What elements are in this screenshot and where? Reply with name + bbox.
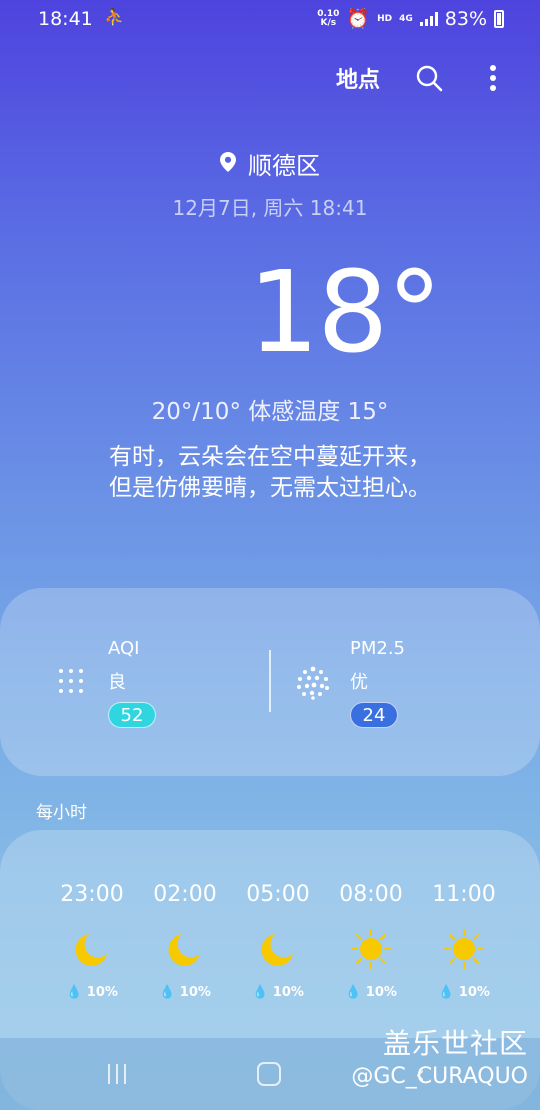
search-icon[interactable]: [414, 63, 444, 93]
current-temperature: 18°: [248, 248, 443, 378]
sun-icon: [418, 927, 510, 971]
battery-icon: [494, 9, 504, 28]
rain-chance: 💧 10%: [252, 985, 304, 1000]
pm25-icon: [296, 666, 330, 704]
pm25-grade: 优: [350, 672, 368, 693]
more-options-icon[interactable]: [478, 63, 508, 93]
aqi-grade: 良: [108, 672, 126, 693]
moon-icon: [232, 927, 324, 971]
pm25-value-badge: 24: [350, 702, 398, 728]
weather-description: 有时，云朵会在空中蔓延开来， 但是仿佛要晴，无需太过担心。: [109, 444, 431, 501]
current-datetime: 12月7日, 周六 18:41: [172, 196, 368, 220]
current-location[interactable]: 顺德区: [0, 146, 540, 181]
rain-chance: 💧 10%: [345, 985, 397, 1000]
hourly-item[interactable]: 23:00 💧 10%: [46, 882, 138, 1000]
watermark-title: 盖乐世社区: [382, 1027, 528, 1060]
hourly-item[interactable]: 08:00 💧 10%: [325, 882, 417, 1000]
hourly-item[interactable]: 11:00 💧 10%: [418, 882, 510, 1000]
battery-percent: 83%: [444, 7, 487, 30]
status-time: 18:41: [38, 8, 93, 30]
aqi-item: AQI 良 52: [108, 638, 156, 728]
hour-time: 11:00: [432, 882, 496, 907]
status-icons: 0.10 K/s ⏰ HD 4G 83%: [317, 7, 504, 30]
sun-icon: [325, 927, 417, 971]
hourly-item[interactable]: 02:00 💧 10%: [139, 882, 231, 1000]
watermark-handle: @GC_CURAQUO: [351, 1064, 528, 1089]
recent-apps-button[interactable]: [108, 1064, 126, 1084]
notification-icon: ⛹: [104, 8, 126, 28]
pm25-label: PM2.5: [350, 638, 406, 659]
hour-time: 02:00: [153, 882, 217, 907]
air-quality-card[interactable]: AQI 良 52 PM2.5 优 24: [0, 588, 540, 776]
rain-chance: 💧 10%: [159, 985, 211, 1000]
network-type: 4G: [399, 13, 413, 24]
location-pin-icon: [220, 150, 236, 178]
rain-chance: 💧 10%: [66, 985, 118, 1000]
moon-icon: [139, 927, 231, 971]
aqi-value-badge: 52: [108, 702, 156, 728]
hour-time: 05:00: [246, 882, 310, 907]
aqi-label: AQI: [108, 638, 140, 659]
status-bar: 18:41 ⛹ 0.10 K/s ⏰ HD 4G 83%: [0, 0, 540, 38]
pm25-item: PM2.5 优 24: [350, 638, 405, 728]
network-speed: 0.10 K/s: [317, 8, 340, 28]
hourly-title: 每小时: [36, 803, 87, 823]
locations-button[interactable]: 地点: [336, 62, 380, 94]
hour-time: 08:00: [339, 882, 403, 907]
hour-time: 23:00: [60, 882, 124, 907]
temperature-range: 20°/10° 体感温度 15°: [151, 399, 389, 425]
top-actions: 地点: [336, 62, 508, 94]
rain-chance: 💧 10%: [438, 985, 490, 1000]
alarm-icon: ⏰: [346, 8, 371, 30]
aqi-icon: [58, 668, 84, 698]
aqi-divider: [269, 650, 271, 712]
hd-indicator: HD: [377, 13, 393, 24]
signal-icon: [419, 11, 438, 26]
location-name: 顺德区: [248, 152, 320, 180]
moon-icon: [46, 927, 138, 971]
home-button[interactable]: [257, 1062, 281, 1086]
hourly-item[interactable]: 05:00 💧 10%: [232, 882, 324, 1000]
